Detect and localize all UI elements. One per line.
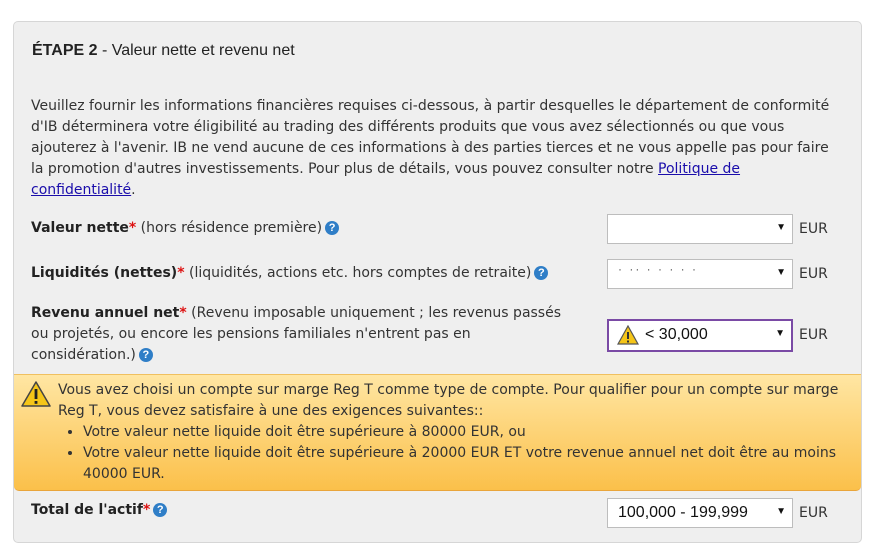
intro-end: . <box>131 182 136 198</box>
help-question-icon[interactable]: ? <box>138 348 153 362</box>
step-separator: - <box>97 42 112 59</box>
help-question-icon[interactable]: ? <box>325 221 340 235</box>
step-number: ÉTAPE 2 <box>32 42 98 59</box>
required-marker: * <box>142 502 151 518</box>
net-worth-select[interactable]: ▼ <box>607 214 793 244</box>
income-title: Revenu annuel net <box>31 305 180 321</box>
step-heading: Valeur nette et revenu net <box>111 42 295 59</box>
income-label: Revenu annuel net* (Revenu imposable uni… <box>31 303 576 366</box>
list-item: Votre valeur nette liquide doit être sup… <box>83 422 848 443</box>
liquid-unit: EUR <box>799 266 828 282</box>
intro-paragraph: Veuillez fournir les informations financ… <box>31 96 841 201</box>
net-worth-unit: EUR <box>799 221 828 237</box>
income-select[interactable]: < 30,000 ▼ <box>607 319 793 352</box>
income-unit: EUR <box>799 327 828 343</box>
warning-triangle-icon <box>21 381 51 407</box>
required-marker: * <box>179 305 187 321</box>
total-assets-title: Total de l'actif <box>31 502 143 518</box>
required-marker: * <box>177 265 185 281</box>
reg-t-warning-alert: Vous avez choisi un compte sur marge Reg… <box>14 374 861 491</box>
chevron-down-icon: ▼ <box>776 267 786 278</box>
alert-message: Vous avez choisi un compte sur marge Reg… <box>58 380 848 485</box>
net-worth-label: Valeur nette* (hors résidence première)? <box>31 218 340 239</box>
net-worth-note: (hors résidence première) <box>136 220 323 236</box>
chevron-down-icon: ▼ <box>775 328 785 339</box>
alert-requirements-list: Votre valeur nette liquide doit être sup… <box>58 422 848 485</box>
alert-intro: Vous avez choisi un compte sur marge Reg… <box>58 382 839 419</box>
help-question-icon[interactable]: ? <box>534 266 549 280</box>
total-assets-select[interactable]: 100,000 - 199,999 ▼ <box>607 498 793 528</box>
chevron-down-icon: ▼ <box>776 506 786 517</box>
total-assets-unit: EUR <box>799 505 828 521</box>
liquid-title: Liquidités (nettes) <box>31 265 178 281</box>
chevron-down-icon: ▼ <box>776 222 786 233</box>
warning-triangle-icon <box>617 325 639 345</box>
income-value: < 30,000 <box>645 326 708 343</box>
help-question-icon[interactable]: ? <box>153 503 168 517</box>
total-assets-label: Total de l'actif*? <box>31 502 168 518</box>
list-item: Votre valeur nette liquide doit être sup… <box>83 443 848 485</box>
liquid-value: · ·· · · · · · <box>618 262 698 276</box>
step-panel: ÉTAPE 2 - Valeur nette et revenu net Veu… <box>13 21 862 543</box>
liquid-label: Liquidités (nettes)* (liquidités, action… <box>31 263 549 284</box>
step-title: ÉTAPE 2 - Valeur nette et revenu net <box>32 42 295 60</box>
total-assets-value: 100,000 - 199,999 <box>618 504 748 521</box>
net-worth-title: Valeur nette <box>31 220 129 236</box>
liquid-note: (liquidités, actions etc. hors comptes d… <box>184 265 532 281</box>
liquid-select[interactable]: · ·· · · · · · ▼ <box>607 259 793 289</box>
